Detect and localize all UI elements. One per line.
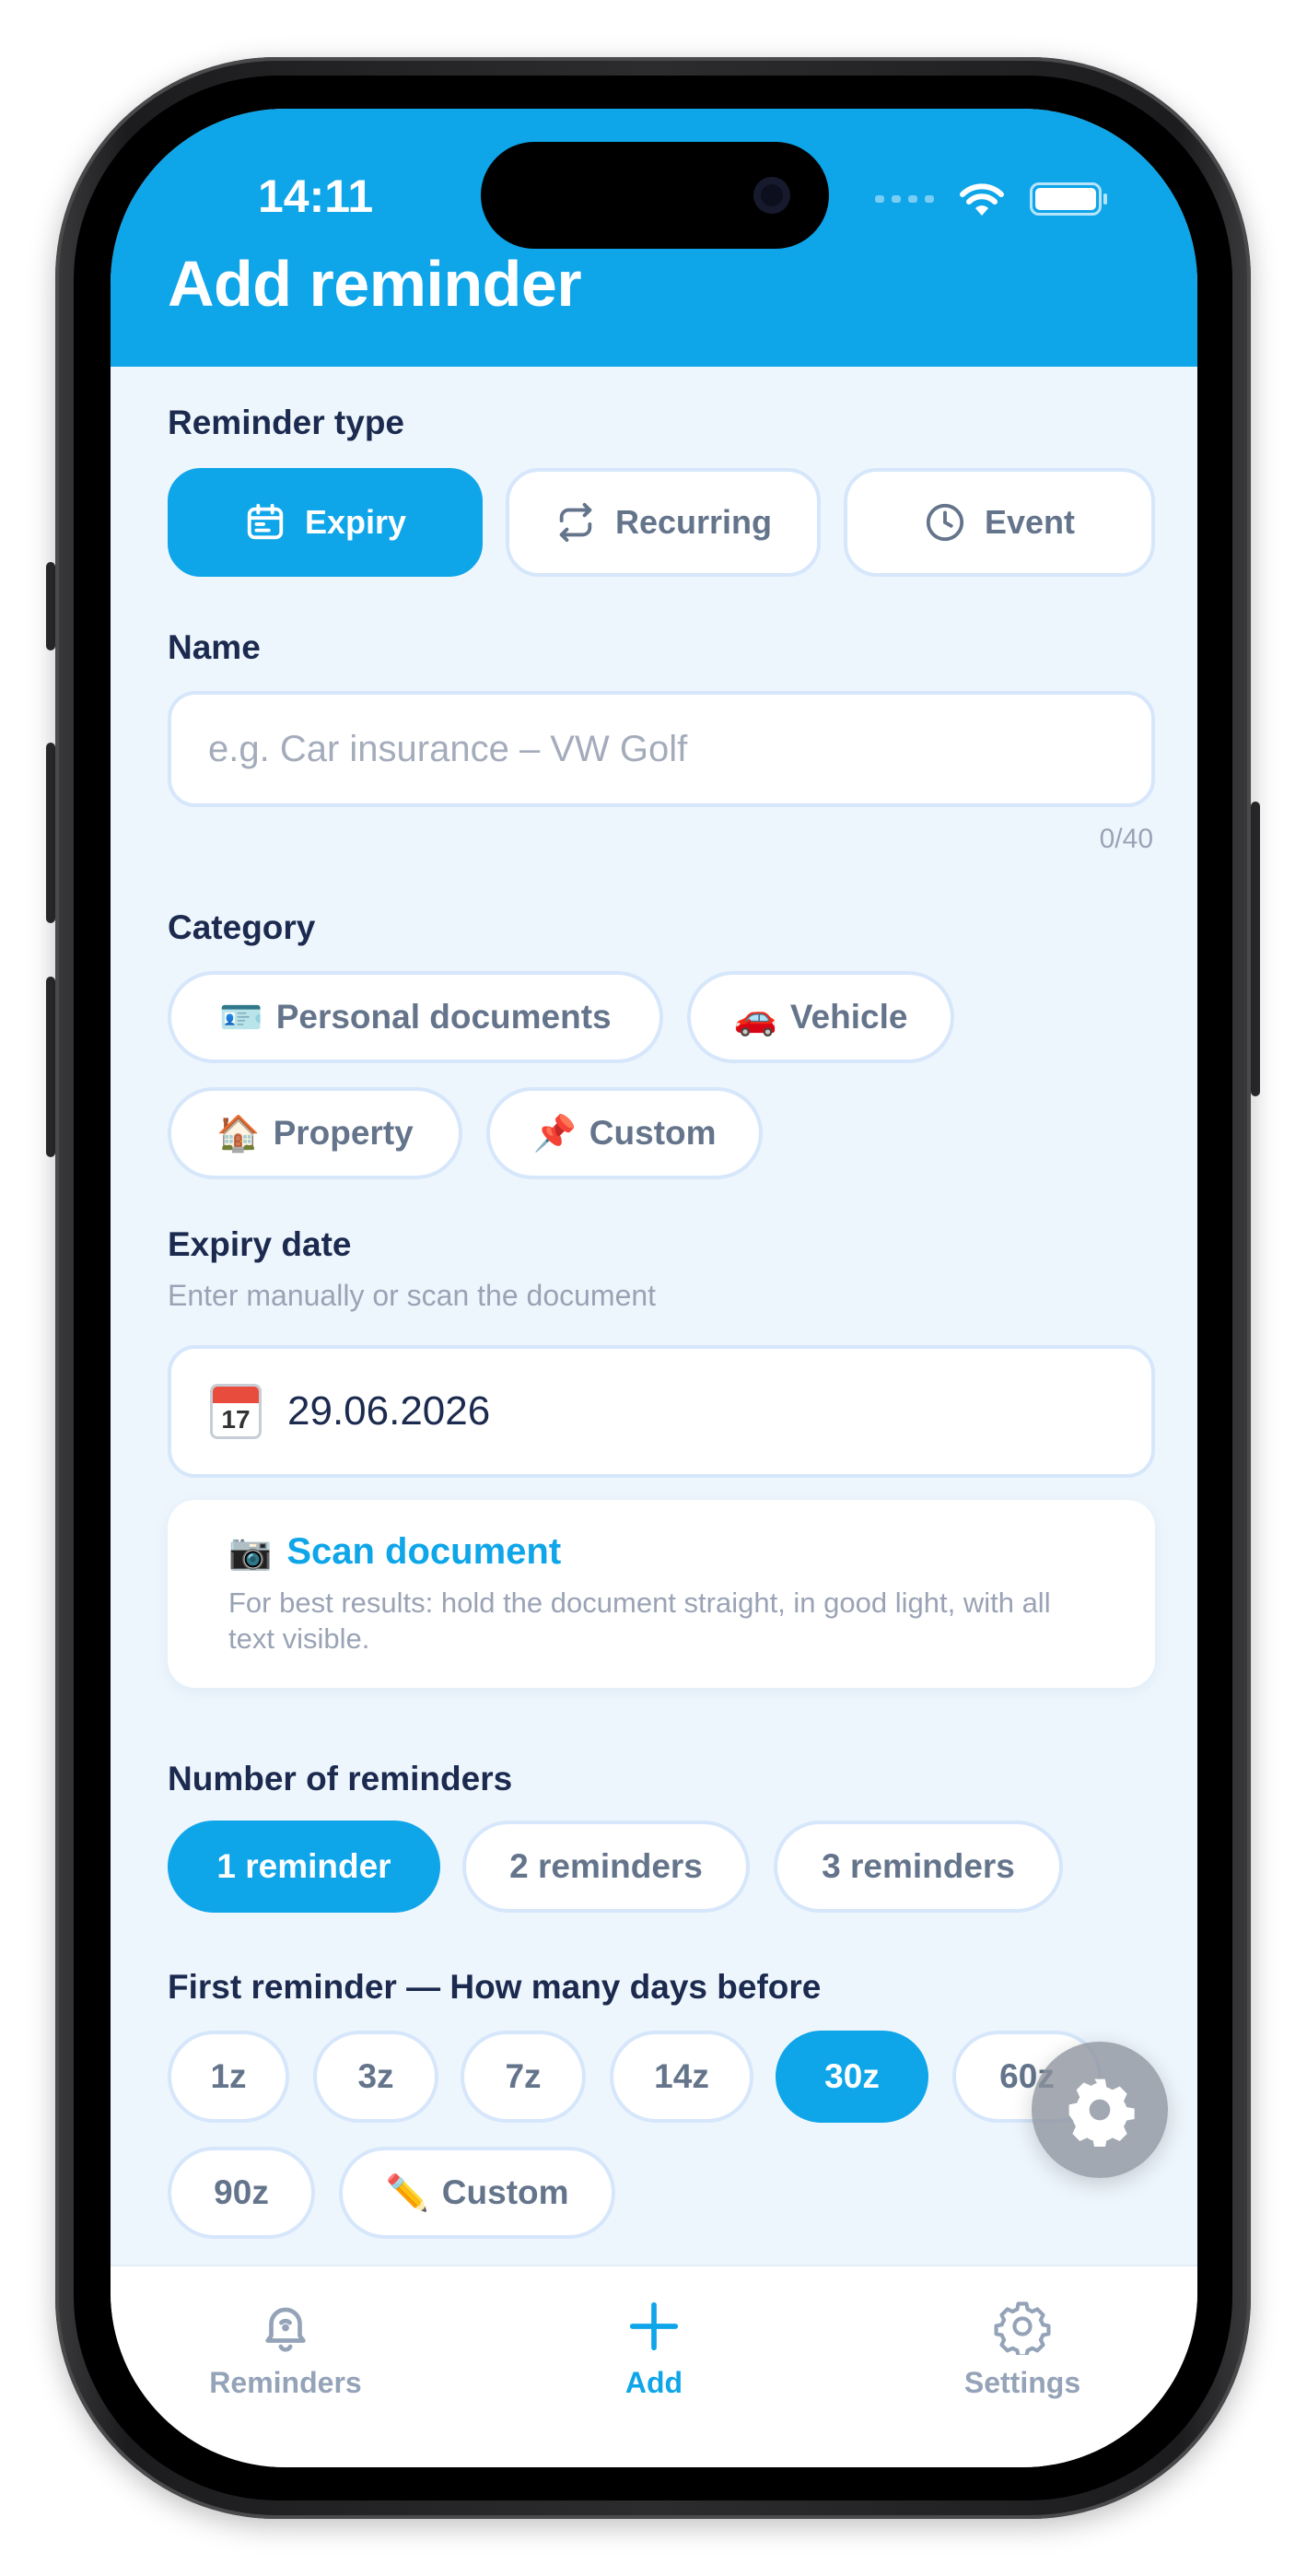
gear-icon [994,2301,1051,2355]
page-title: Add reminder [168,248,582,320]
gear-icon [1068,2078,1135,2147]
days-custom-label: Custom [441,2173,569,2211]
car-icon: 🚗 [733,996,777,1037]
reminders-1-chip[interactable]: 1 reminder [168,1821,440,1913]
category-chip-label: Personal documents [275,998,612,1036]
clock-icon [926,503,964,542]
tab-reminders[interactable]: Reminders [147,2298,424,2400]
status-indicators [875,181,1107,217]
category-property-chip[interactable]: 🏠 Property [168,1087,462,1179]
front-camera-icon [753,177,790,214]
calendar-icon [247,503,284,540]
category-custom-chip[interactable]: 📌 Custom [486,1087,763,1179]
expiry-date-field[interactable]: 17 29.06.2026 [168,1345,1155,1478]
days-custom-chip[interactable]: ✏️ Custom [339,2147,615,2239]
volume-up-button [46,743,55,923]
scan-document-description: For best results: hold the document stra… [228,1587,1051,1655]
reminder-type-label: Reminder type [168,404,405,441]
house-icon: 🏠 [216,1112,261,1153]
days-90-chip[interactable]: 90z [168,2147,315,2239]
battery-icon [1030,182,1107,216]
type-recurring-label: Recurring [614,503,773,541]
volume-down-button [46,977,55,1157]
tab-reminders-label: Reminders [209,2366,362,2399]
repeat-icon [559,502,592,543]
name-label: Name [168,628,261,666]
category-chip-label: Custom [589,1114,717,1152]
scan-document-label: Scan document [286,1531,562,1572]
type-recurring-button[interactable]: Recurring [506,468,821,577]
bottom-tab-bar: Reminders Add Settings [111,2265,1197,2467]
scan-document-button[interactable]: 📷 Scan document For best results: hold t… [168,1500,1155,1688]
type-event-button[interactable]: Event [844,468,1155,577]
tab-add-label: Add [624,2366,683,2399]
camera-icon: 📷 [228,1531,273,1572]
pushpin-icon: 📌 [532,1112,577,1153]
category-label: Category [168,908,316,946]
calendar-icon-day: 17 [221,1405,251,1434]
category-chip-label: Property [273,1114,414,1152]
days-7-chip[interactable]: 7z [461,2031,586,2123]
first-reminder-label: First reminder — How many days before [168,1968,822,2006]
pencil-icon: ✏️ [385,2172,429,2213]
reminders-2-chip[interactable]: 2 reminders [462,1821,750,1913]
reminders-3-chip[interactable]: 3 reminders [774,1821,1063,1913]
category-chip-label: Vehicle [789,998,908,1036]
tab-settings-label: Settings [963,2366,1081,2399]
id-card-icon: 🪪 [219,996,263,1037]
days-3-chip[interactable]: 3z [313,2031,438,2123]
days-30-chip[interactable]: 30z [776,2031,928,2123]
category-personal-documents-chip[interactable]: 🪪 Personal documents [168,971,663,1063]
expiry-date-hint: Enter manually or scan the document [168,1279,657,1312]
expiry-date-value: 29.06.2026 [287,1388,491,1434]
calendar-icon: 17 [210,1384,262,1439]
category-vehicle-chip[interactable]: 🚗 Vehicle [687,971,954,1063]
type-event-label: Event [984,503,1076,541]
floating-settings-button[interactable] [1032,2042,1168,2178]
type-expiry-label: Expiry [304,503,407,541]
cellular-signal-icon [875,195,934,203]
app-header: 14:11 Add reminder [111,109,1197,367]
days-14-chip[interactable]: 14z [610,2031,753,2123]
mute-switch [46,562,55,650]
dynamic-island [481,142,829,249]
type-expiry-button[interactable]: Expiry [168,468,483,577]
days-1-chip[interactable]: 1z [168,2031,289,2123]
tab-add[interactable]: Add [516,2298,792,2400]
power-button [1251,802,1260,1096]
bell-icon [265,2307,306,2352]
phone-screen: 14:11 Add reminder Reminder type Expiry … [111,109,1197,2467]
number-of-reminders-label: Number of reminders [168,1760,513,1797]
name-field[interactable] [168,691,1155,807]
plus-icon [629,2301,679,2351]
expiry-date-label: Expiry date [168,1225,352,1263]
name-char-counter: 0/40 [1099,824,1153,854]
scan-document-title: 📷 Scan document [228,1531,561,1573]
wifi-icon [960,183,1004,216]
status-time: 14:11 [258,170,374,222]
name-input[interactable] [208,728,1151,770]
tab-settings[interactable]: Settings [884,2298,1161,2400]
